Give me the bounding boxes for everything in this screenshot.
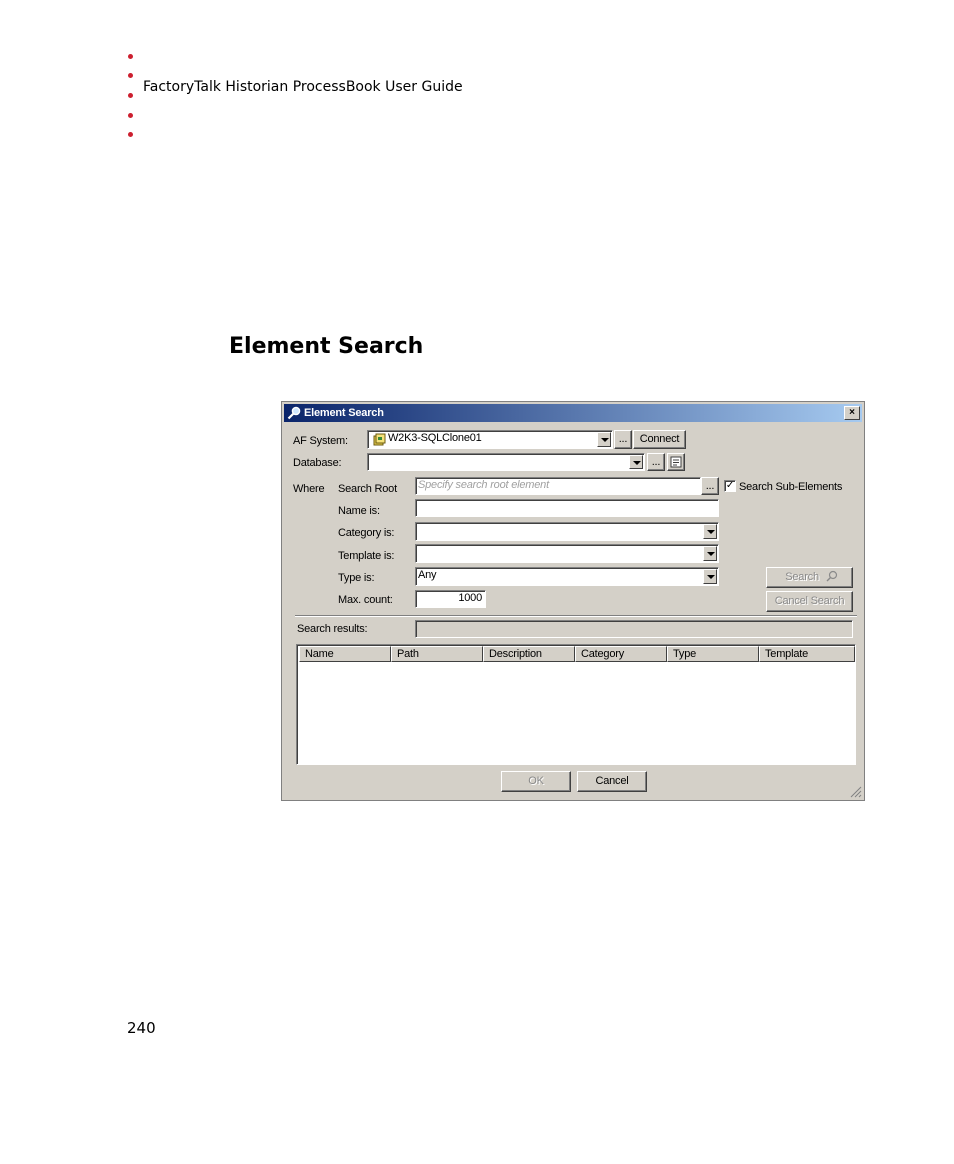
max-count-value: 1000: [458, 592, 482, 604]
bullet-icon: [128, 132, 133, 137]
page-number: 240: [127, 1019, 156, 1037]
max-count-label: Max. count:: [338, 594, 393, 606]
search-root-placeholder: Specify search root element: [418, 479, 549, 491]
dialog-title: Element Search: [304, 407, 384, 419]
af-system-select[interactable]: W2K3-SQLClone01: [367, 430, 613, 449]
max-count-input[interactable]: 1000: [415, 590, 486, 608]
where-label: Where: [293, 483, 325, 495]
chevron-down-icon[interactable]: [703, 546, 717, 561]
document-header-title: FactoryTalk Historian ProcessBook User G…: [143, 79, 463, 95]
column-header-type[interactable]: Type: [667, 646, 759, 662]
bullet-icon: [128, 73, 133, 78]
chevron-down-icon[interactable]: [629, 455, 643, 469]
column-header-template[interactable]: Template: [759, 646, 855, 662]
column-header-path[interactable]: Path: [391, 646, 483, 662]
af-system-value: W2K3-SQLClone01: [388, 432, 482, 444]
category-select[interactable]: [415, 522, 719, 541]
resize-grip-icon[interactable]: [850, 786, 862, 798]
template-select[interactable]: [415, 544, 719, 563]
search-button[interactable]: Search: [766, 567, 853, 588]
column-header-description[interactable]: Description: [483, 646, 575, 662]
cancel-search-button[interactable]: Cancel Search: [766, 591, 853, 612]
search-results-label: Search results:: [297, 623, 368, 635]
af-system-browse-button[interactable]: ...: [614, 430, 632, 449]
dialog-titlebar[interactable]: Element Search ×: [284, 404, 862, 422]
chevron-down-icon[interactable]: [597, 432, 611, 447]
results-listview[interactable]: Name Path Description Category Type Temp…: [296, 644, 856, 765]
database-select[interactable]: [367, 453, 645, 471]
connect-button[interactable]: Connect: [633, 430, 686, 449]
search-root-label: Search Root: [338, 483, 397, 495]
properties-icon: [670, 456, 682, 468]
type-select[interactable]: Any: [415, 567, 719, 586]
bullet-icon: [128, 113, 133, 118]
search-results-field: [415, 620, 853, 638]
database-browse-button[interactable]: ...: [647, 453, 665, 471]
close-button[interactable]: ×: [844, 406, 860, 420]
chevron-down-icon[interactable]: [703, 569, 717, 584]
column-header-category[interactable]: Category: [575, 646, 667, 662]
database-properties-button[interactable]: [667, 453, 685, 471]
search-button-label: Search: [785, 571, 819, 583]
type-label: Type is:: [338, 572, 375, 584]
separator: [295, 615, 857, 617]
af-server-icon: [373, 433, 386, 446]
search-sub-elements-label[interactable]: Search Sub-Elements: [739, 481, 842, 493]
af-system-label: AF System:: [293, 435, 348, 447]
template-label: Template is:: [338, 550, 395, 562]
search-root-input[interactable]: Specify search root element: [415, 477, 701, 495]
category-label: Category is:: [338, 527, 395, 539]
results-column-headers: Name Path Description Category Type Temp…: [299, 646, 855, 662]
search-icon: [826, 570, 837, 582]
chevron-down-icon[interactable]: [703, 524, 717, 539]
element-search-dialog: Element Search × AF System: W2K3-SQLClon…: [281, 401, 865, 801]
bullet-icon: [128, 54, 133, 59]
search-sub-elements-checkbox[interactable]: ✓: [724, 480, 736, 492]
type-value: Any: [418, 569, 437, 581]
cancel-button[interactable]: Cancel: [577, 771, 647, 792]
ok-button[interactable]: OK: [501, 771, 571, 792]
search-root-browse-button[interactable]: ...: [701, 477, 719, 495]
column-header-name[interactable]: Name: [299, 646, 391, 662]
name-label: Name is:: [338, 505, 380, 517]
section-title: Element Search: [229, 334, 424, 359]
database-label: Database:: [293, 457, 342, 469]
magnifier-icon: [287, 406, 301, 420]
bullet-icon: [128, 93, 133, 98]
name-input[interactable]: [415, 499, 719, 517]
